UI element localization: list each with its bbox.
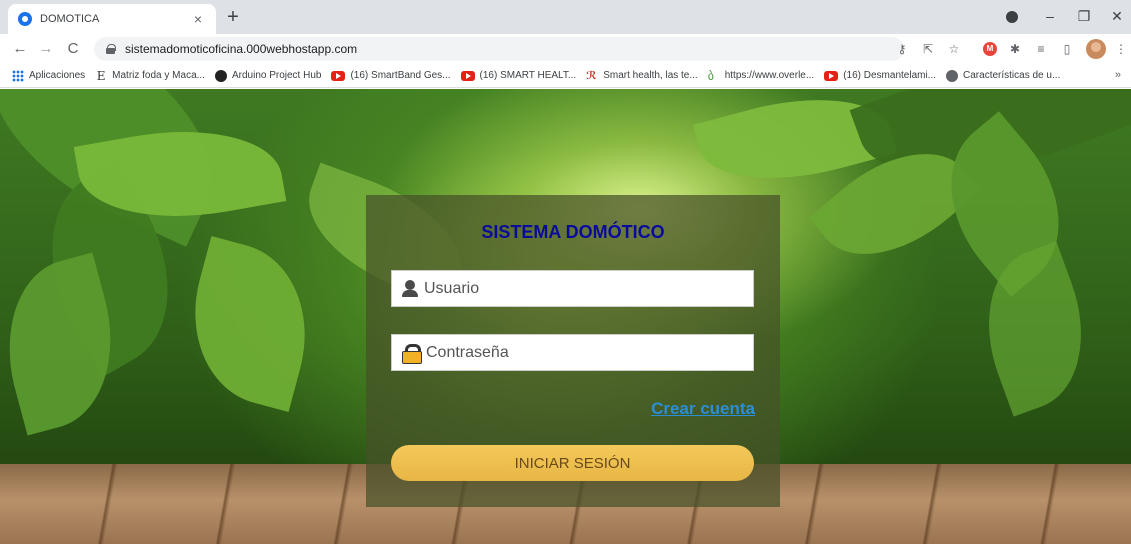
password-input[interactable] bbox=[426, 343, 746, 362]
bookmark-item[interactable]: (16) Desmantelami... bbox=[824, 70, 936, 81]
bookmark-label: Smart health, las te... bbox=[603, 70, 698, 81]
bookmark-label: Características de u... bbox=[963, 70, 1061, 81]
bookmark-label: https://www.overle... bbox=[724, 70, 815, 81]
bookmark-item[interactable]: (16) SmartBand Ges... bbox=[331, 70, 451, 81]
forward-button[interactable]: → bbox=[36, 39, 56, 59]
reading-list-icon[interactable]: ≡ bbox=[1034, 42, 1048, 56]
user-icon bbox=[402, 280, 418, 297]
bookmark-label: Aplicaciones bbox=[29, 70, 86, 81]
puzzle-extensions-icon[interactable]: ✱ bbox=[1008, 42, 1022, 56]
avatar[interactable] bbox=[1086, 39, 1106, 59]
restore-button[interactable]: ❐ bbox=[1074, 8, 1094, 25]
bookmarks-more-icon[interactable]: » bbox=[1115, 69, 1121, 81]
bookmark-label: (16) Desmantelami... bbox=[843, 70, 937, 81]
tab-title: DOMOTICA bbox=[40, 13, 100, 25]
overleaf-icon: ბ bbox=[707, 68, 714, 83]
browser-tab[interactable]: DOMOTICA × bbox=[8, 4, 216, 34]
bookmark-label: Matriz foda y Maca... bbox=[112, 70, 205, 81]
login-card: SISTEMA DOMÓTICO Crear cuenta INICIAR SE… bbox=[366, 195, 780, 507]
close-window-button[interactable]: ✕ bbox=[1107, 8, 1127, 25]
sh-icon: ℛ bbox=[586, 69, 597, 82]
new-tab-button[interactable]: + bbox=[222, 6, 244, 28]
menu-icon[interactable]: ⋮ bbox=[1114, 42, 1128, 56]
browser-toolbar: ← → C sistemadomoticoficina.000webhostap… bbox=[0, 34, 1131, 64]
address-bar[interactable]: sistemadomoticoficina.000webhostapp.com bbox=[94, 37, 904, 61]
e-icon: E bbox=[96, 68, 106, 83]
url-text[interactable]: sistemadomoticoficina.000webhostapp.com bbox=[125, 42, 357, 56]
bookmark-item[interactable]: ბ https://www.overle... bbox=[708, 70, 814, 82]
password-field[interactable] bbox=[391, 334, 754, 371]
create-account-link[interactable]: Crear cuenta bbox=[651, 399, 755, 419]
site-favicon-icon bbox=[18, 12, 32, 26]
page-title: SISTEMA DOMÓTICO bbox=[481, 222, 665, 242]
bookmark-apps[interactable]: Aplicaciones bbox=[12, 69, 86, 82]
tab-close-icon[interactable]: × bbox=[190, 11, 206, 27]
key-icon[interactable]: ⚷ bbox=[895, 42, 909, 56]
bookmark-item[interactable]: E Matriz foda y Maca... bbox=[95, 70, 205, 82]
lock-icon[interactable] bbox=[106, 44, 116, 54]
bookmark-star-icon[interactable]: ☆ bbox=[947, 42, 961, 56]
extension-icon[interactable]: M bbox=[983, 42, 997, 56]
leaf-decoration bbox=[172, 236, 328, 412]
side-panel-icon[interactable]: ▯ bbox=[1060, 42, 1074, 56]
youtube-icon bbox=[460, 70, 475, 81]
tab-strip: DOMOTICA × + – ❐ ✕ bbox=[0, 0, 1131, 34]
profile-menu-icon[interactable] bbox=[1006, 11, 1018, 23]
login-button[interactable]: INICIAR SESIÓN bbox=[391, 445, 754, 481]
bookmark-item[interactable]: (16) SMART HEALT... bbox=[460, 70, 577, 81]
apps-grid-icon bbox=[12, 69, 24, 82]
bookmark-label: (16) SMART HEALT... bbox=[479, 70, 577, 81]
bookmark-item[interactable]: Características de u... bbox=[946, 69, 1061, 82]
padlock-icon bbox=[402, 343, 422, 364]
globe-icon bbox=[946, 69, 959, 82]
bookmark-label: Arduino Project Hub bbox=[231, 70, 322, 81]
bookmark-item[interactable]: Arduino Project Hub bbox=[214, 69, 322, 82]
username-input[interactable] bbox=[424, 279, 744, 298]
share-icon[interactable]: ⇱ bbox=[921, 42, 935, 56]
bookmarks-bar: Aplicaciones E Matriz foda y Maca... Ard… bbox=[0, 64, 1131, 88]
leaf-decoration bbox=[962, 241, 1108, 417]
arduino-icon bbox=[214, 69, 227, 82]
bookmark-label: (16) SmartBand Ges... bbox=[350, 70, 451, 81]
minimize-button[interactable]: – bbox=[1040, 8, 1060, 24]
username-field[interactable] bbox=[391, 270, 754, 307]
reload-button[interactable]: C bbox=[63, 39, 83, 59]
youtube-icon bbox=[331, 70, 346, 81]
back-button[interactable]: ← bbox=[10, 39, 30, 59]
bookmark-item[interactable]: ℛ Smart health, las te... bbox=[586, 70, 698, 82]
page-background: SISTEMA DOMÓTICO Crear cuenta INICIAR SE… bbox=[0, 89, 1131, 544]
youtube-icon bbox=[824, 70, 839, 81]
